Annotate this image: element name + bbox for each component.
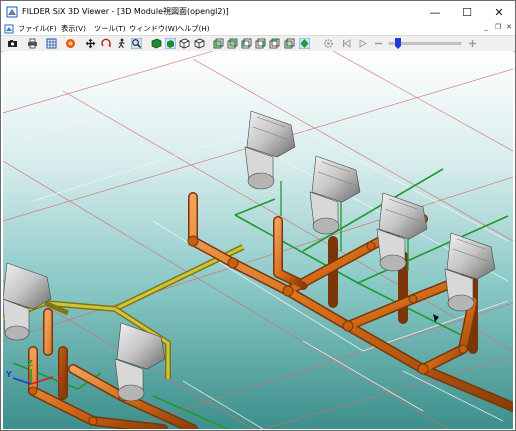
3d-viewport[interactable]: X Y Z	[3, 51, 513, 429]
view-right-icon[interactable]	[255, 38, 266, 49]
walk-icon[interactable]	[116, 38, 127, 49]
zoom-out-icon[interactable]	[373, 38, 384, 49]
green-supply-lines	[12, 168, 509, 429]
close-icon: ✕	[494, 5, 504, 19]
menu-help[interactable]: ヘルプ(H)	[177, 24, 210, 34]
maximize-icon: ☐	[462, 5, 472, 19]
solid-view-icon[interactable]	[151, 38, 162, 49]
toilet-fixture	[244, 110, 296, 190]
grid-icon[interactable]	[46, 38, 57, 49]
app-window: FILDER SiX 3D Viewer - [3D Module視図面(ope…	[0, 0, 516, 431]
view-back-icon[interactable]	[227, 38, 238, 49]
window-title: FILDER SiX 3D Viewer - [3D Module視図面(ope…	[22, 7, 229, 16]
shaded-view-icon[interactable]	[165, 38, 176, 49]
view-front-icon[interactable]	[213, 38, 224, 49]
menu-bar: ファイル(F) 表示(V) ツール(T) ウィンドウ(W) ヘルプ(H) _ ❐…	[1, 23, 515, 35]
minimize-icon: —	[429, 5, 441, 19]
rotate-icon[interactable]	[101, 38, 112, 49]
drain-pipe-network	[28, 192, 513, 429]
pan-icon[interactable]	[85, 38, 96, 49]
gem-icon[interactable]	[299, 38, 310, 49]
zoom-icon[interactable]	[131, 38, 142, 49]
wireframe-view-icon[interactable]	[194, 38, 205, 49]
document-icon[interactable]	[4, 24, 14, 34]
color-wheel-icon[interactable]	[65, 38, 76, 49]
filder-app-icon	[6, 6, 18, 18]
menu-file[interactable]: ファイル(F)	[18, 24, 57, 34]
toilet-fixture	[376, 192, 428, 272]
view-iso-icon[interactable]	[284, 38, 295, 49]
mdi-restore-button[interactable]: ❐	[493, 23, 503, 34]
title-bar[interactable]: FILDER SiX 3D Viewer - [3D Module視図面(ope…	[1, 1, 515, 23]
slider-thumb[interactable]	[395, 38, 401, 49]
play-icon[interactable]	[357, 38, 368, 49]
close-button[interactable]: ✕	[483, 1, 515, 23]
view-top-icon[interactable]	[269, 38, 280, 49]
axis-label-z: Z	[27, 359, 33, 368]
mdi-minimize-button[interactable]: _	[481, 23, 491, 34]
menu-view[interactable]: 表示(V)	[61, 24, 86, 34]
pipe-model-scene[interactable]: X Y Z	[3, 51, 513, 429]
zoom-in-icon[interactable]	[467, 38, 478, 49]
hidden-line-view-icon[interactable]	[179, 38, 190, 49]
print-icon[interactable]	[27, 38, 38, 49]
toilet-fixture	[444, 232, 496, 312]
toolbar	[1, 35, 515, 52]
axis-label-x: X	[57, 374, 64, 383]
camera-icon[interactable]	[7, 38, 18, 49]
settings-icon[interactable]	[323, 38, 334, 49]
view-left-icon[interactable]	[241, 38, 252, 49]
first-frame-icon[interactable]	[341, 38, 352, 49]
frame-slider[interactable]	[387, 37, 463, 50]
menu-tools[interactable]: ツール(T)	[94, 24, 126, 34]
mdi-close-button[interactable]: ✕	[504, 23, 514, 34]
toilet-fixtures	[3, 110, 496, 402]
menu-window[interactable]: ウィンドウ(W)	[129, 24, 178, 34]
minimize-button[interactable]: —	[419, 1, 451, 23]
axis-label-y: Y	[5, 370, 12, 379]
maximize-button[interactable]: ☐	[451, 1, 483, 23]
